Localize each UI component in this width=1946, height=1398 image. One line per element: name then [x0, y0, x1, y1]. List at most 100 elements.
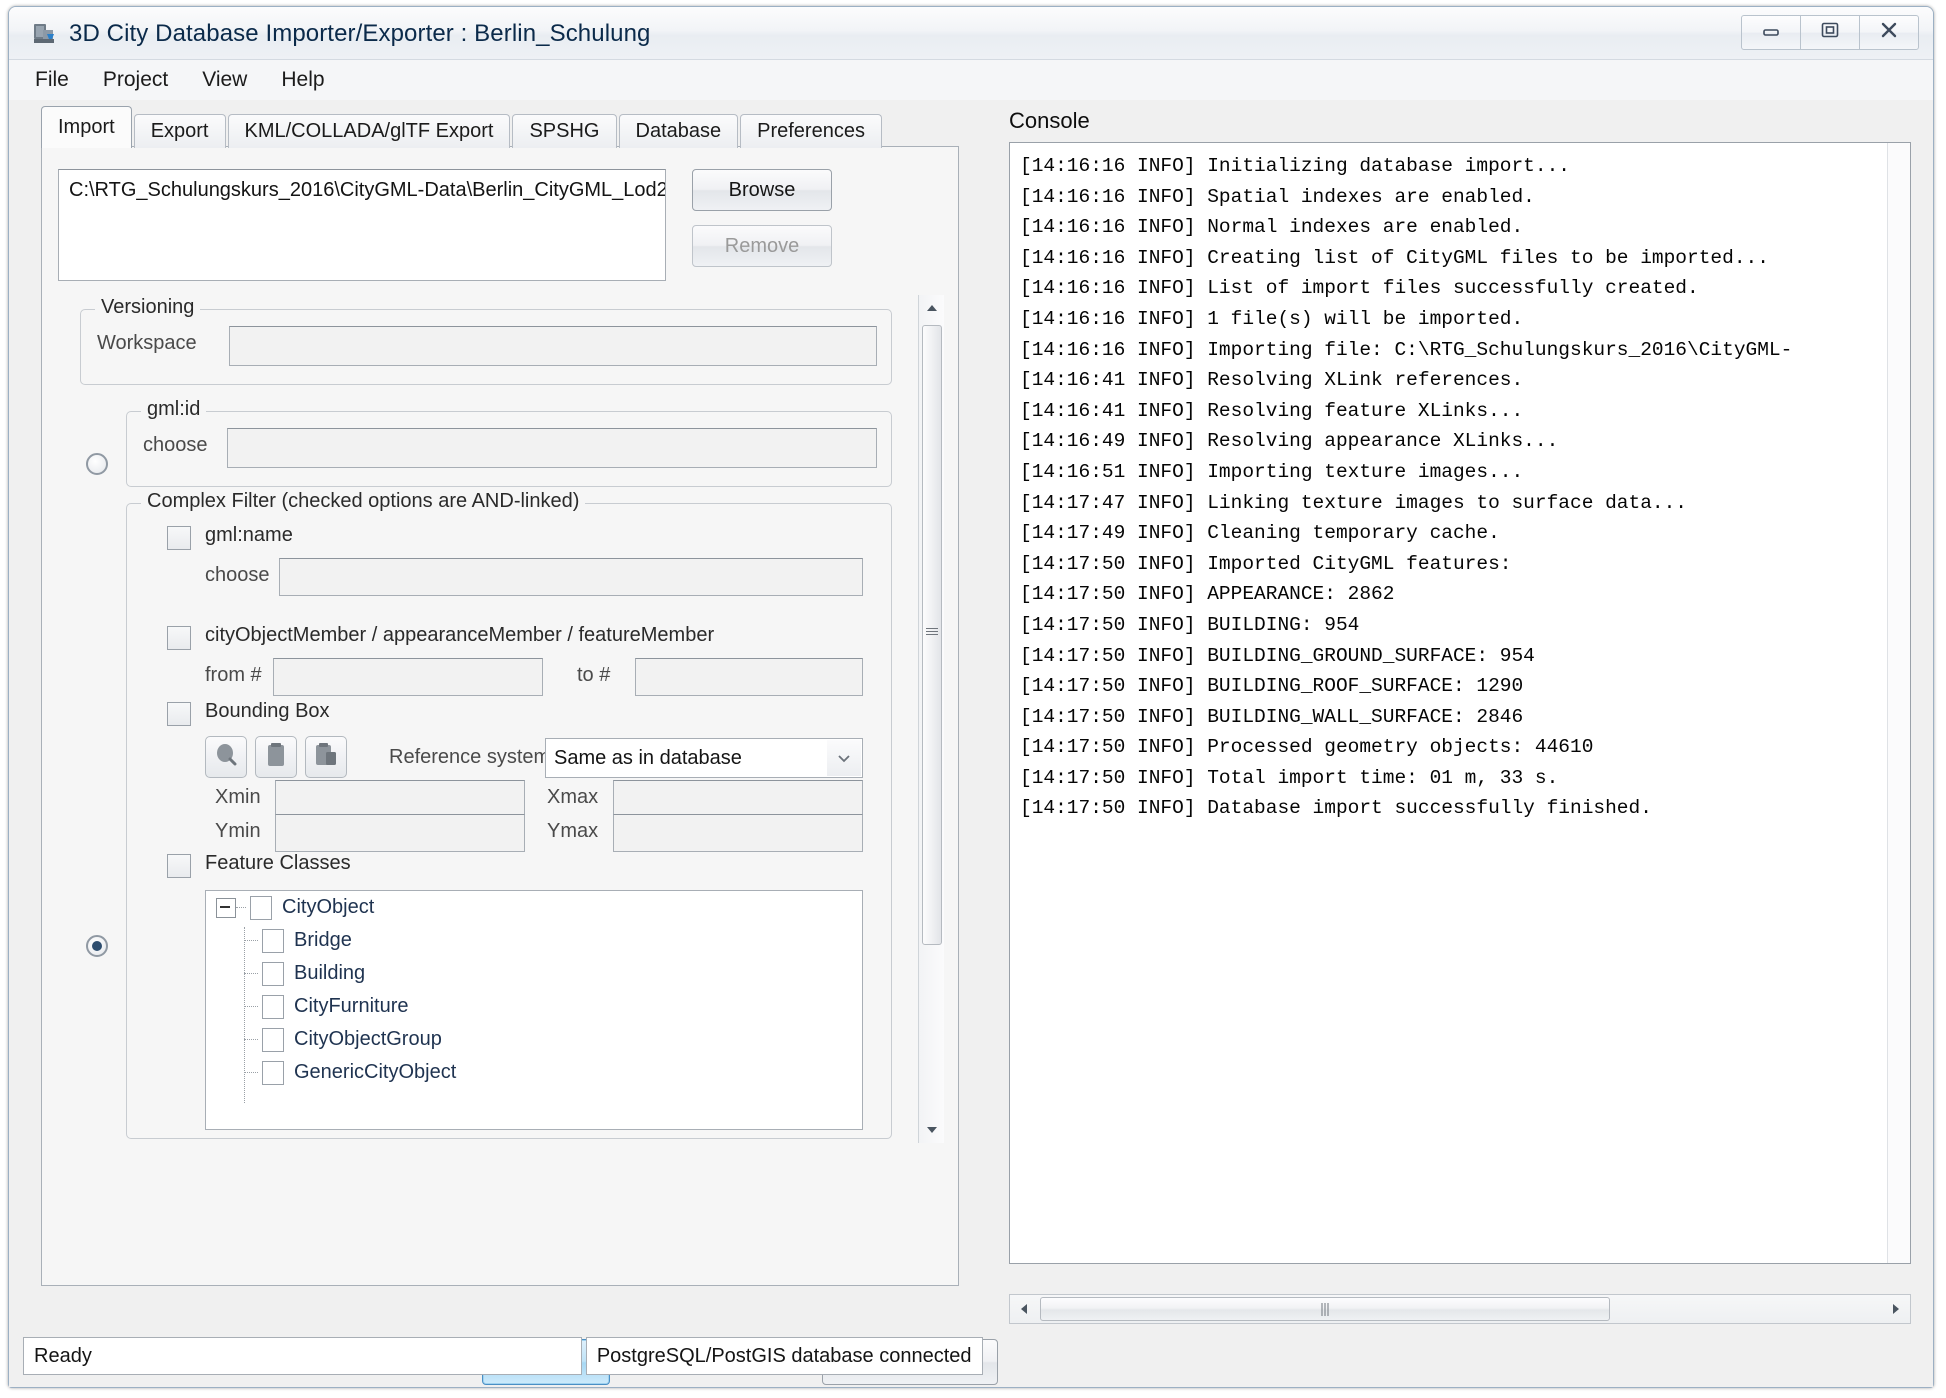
close-button[interactable]	[1859, 15, 1919, 50]
tab-spshg[interactable]: SPSHG	[512, 114, 617, 148]
feature-classes-label: Feature Classes	[205, 852, 351, 874]
filter-scroll-region: Versioning Workspace gml:id choose Compl…	[58, 295, 944, 1143]
tree-row[interactable]: Building	[206, 957, 862, 990]
tree-item-label: GenericCityObject	[294, 1061, 457, 1083]
tree-row[interactable]: GenericCityObject	[206, 1056, 862, 1089]
horizontal-scroll-thumb[interactable]	[1040, 1297, 1610, 1321]
scroll-left-icon[interactable]	[1010, 1295, 1038, 1323]
tree-checkbox[interactable]	[262, 1060, 284, 1085]
remove-button[interactable]: Remove	[692, 225, 832, 267]
scroll-grip-icon	[926, 626, 938, 636]
versioning-legend: Versioning	[95, 296, 201, 319]
scroll-right-icon[interactable]	[1882, 1295, 1910, 1323]
bounding-box-label: Bounding Box	[205, 700, 330, 722]
tab-database[interactable]: Database	[618, 114, 739, 148]
xmax-input[interactable]	[613, 780, 863, 818]
tree-row[interactable]: CityObject	[206, 891, 862, 924]
titlebar: 3D City Database Importer/Exporter : Ber…	[9, 7, 1933, 60]
scroll-down-icon[interactable]	[919, 1117, 945, 1143]
status-message: Ready	[23, 1337, 582, 1375]
tabstrip: Import Export KML/COLLADA/glTF Export SP…	[41, 106, 884, 148]
ymax-input[interactable]	[613, 814, 863, 852]
console-output[interactable]: [14:16:16 INFO] Initializing database im…	[1009, 142, 1911, 1264]
statusbar: Ready PostgreSQL/PostGIS database connec…	[23, 1337, 983, 1375]
window-title: 3D City Database Importer/Exporter : Ber…	[69, 20, 651, 47]
gmlid-legend: gml:id	[141, 398, 207, 421]
import-file-list[interactable]: C:\RTG_Schulungskurs_2016\CityGML-Data\B…	[58, 169, 666, 281]
feature-classes-checkbox[interactable]	[167, 854, 191, 878]
ymin-input[interactable]	[275, 814, 525, 852]
complex-filter-legend: Complex Filter (checked options are AND-…	[141, 490, 586, 513]
import-tab-panel: C:\RTG_Schulungskurs_2016\CityGML-Data\B…	[41, 146, 998, 1385]
tree-item-label: Bridge	[294, 929, 352, 951]
reference-system-select[interactable]: Same as in database	[545, 738, 863, 778]
gml-name-checkbox[interactable]	[167, 526, 191, 550]
member-checkbox[interactable]	[167, 626, 191, 650]
tab-export[interactable]: Export	[133, 114, 226, 148]
ymax-label: Ymax	[547, 820, 599, 842]
window-controls	[1741, 15, 1919, 50]
tab-import[interactable]: Import	[41, 106, 132, 148]
member-to-input[interactable]	[635, 658, 863, 696]
gmlid-radio[interactable]	[86, 453, 108, 475]
minimize-button[interactable]	[1741, 15, 1801, 50]
gmlid-choose-label: choose	[143, 434, 208, 456]
menu-project[interactable]: Project	[99, 65, 172, 95]
tree-guide-dash	[244, 1072, 258, 1073]
menu-file[interactable]: File	[31, 65, 73, 95]
tree-item-label: CityObjectGroup	[294, 1028, 442, 1050]
xmin-input[interactable]	[275, 780, 525, 818]
tree-guide-dash	[244, 1039, 258, 1040]
tree-checkbox[interactable]	[262, 1027, 284, 1052]
tree-checkbox[interactable]	[250, 895, 272, 920]
workspace-input[interactable]	[229, 326, 877, 366]
xmax-label: Xmax	[547, 786, 599, 808]
horizontal-scroll-track[interactable]	[1038, 1296, 1882, 1322]
tree-row[interactable]: CityFurniture	[206, 990, 862, 1023]
tab-preferences[interactable]: Preferences	[740, 114, 882, 148]
paste-bbox-icon	[264, 742, 288, 773]
vertical-scroll-thumb[interactable]	[922, 325, 942, 945]
member-from-label: from #	[205, 664, 262, 686]
filter-vertical-scrollbar[interactable]	[918, 295, 944, 1143]
collapse-icon[interactable]	[216, 897, 236, 918]
xmin-label: Xmin	[215, 786, 261, 808]
tree-guide-dash	[244, 973, 258, 974]
gml-name-choose-input[interactable]	[279, 558, 863, 596]
tree-checkbox[interactable]	[262, 994, 284, 1019]
member-to-label: to #	[577, 664, 611, 686]
console-horizontal-scrollbar[interactable]	[1009, 1294, 1911, 1324]
gmlid-choose-input[interactable]	[227, 428, 877, 468]
tree-checkbox[interactable]	[262, 961, 284, 986]
versioning-group: Versioning Workspace	[80, 296, 892, 385]
feature-classes-tree[interactable]: CityObject Bridge Building CityFurniture…	[205, 890, 863, 1130]
tree-row[interactable]: Bridge	[206, 924, 862, 957]
menu-view[interactable]: View	[198, 65, 251, 95]
chevron-down-icon	[827, 740, 861, 776]
scroll-up-icon[interactable]	[919, 295, 945, 321]
console-vertical-scrollbar[interactable]	[1887, 143, 1910, 1263]
console-label: Console	[1009, 108, 1090, 133]
left-pane: Import Export KML/COLLADA/glTF Export SP…	[23, 106, 998, 1385]
complex-filter-radio[interactable]	[86, 935, 108, 957]
tree-guide-dash	[244, 940, 258, 941]
tree-guide-dash	[244, 1006, 258, 1007]
tree-item-label: CityObject	[282, 896, 375, 918]
member-from-input[interactable]	[273, 658, 543, 696]
gmlid-group: gml:id choose	[126, 398, 892, 487]
reference-system-value: Same as in database	[554, 746, 742, 769]
restore-button[interactable]	[1800, 15, 1860, 50]
tree-row[interactable]: CityObjectGroup	[206, 1023, 862, 1056]
right-pane: Console [14:16:16 INFO] Initializing dat…	[999, 108, 1921, 1368]
tab-kml-collada-gltf-export[interactable]: KML/COLLADA/glTF Export	[227, 114, 511, 148]
main-window: 3D City Database Importer/Exporter : Ber…	[8, 6, 1934, 1388]
map-select-icon-button[interactable]	[205, 736, 247, 778]
copy-bbox-icon-button[interactable]	[305, 736, 347, 778]
bounding-box-checkbox[interactable]	[167, 702, 191, 726]
menu-help[interactable]: Help	[277, 65, 328, 95]
browse-button[interactable]: Browse	[692, 169, 832, 211]
tree-checkbox[interactable]	[262, 928, 284, 953]
tree-guide-dash	[236, 907, 246, 908]
paste-bbox-icon-button[interactable]	[255, 736, 297, 778]
reference-system-label: Reference system	[389, 746, 551, 768]
